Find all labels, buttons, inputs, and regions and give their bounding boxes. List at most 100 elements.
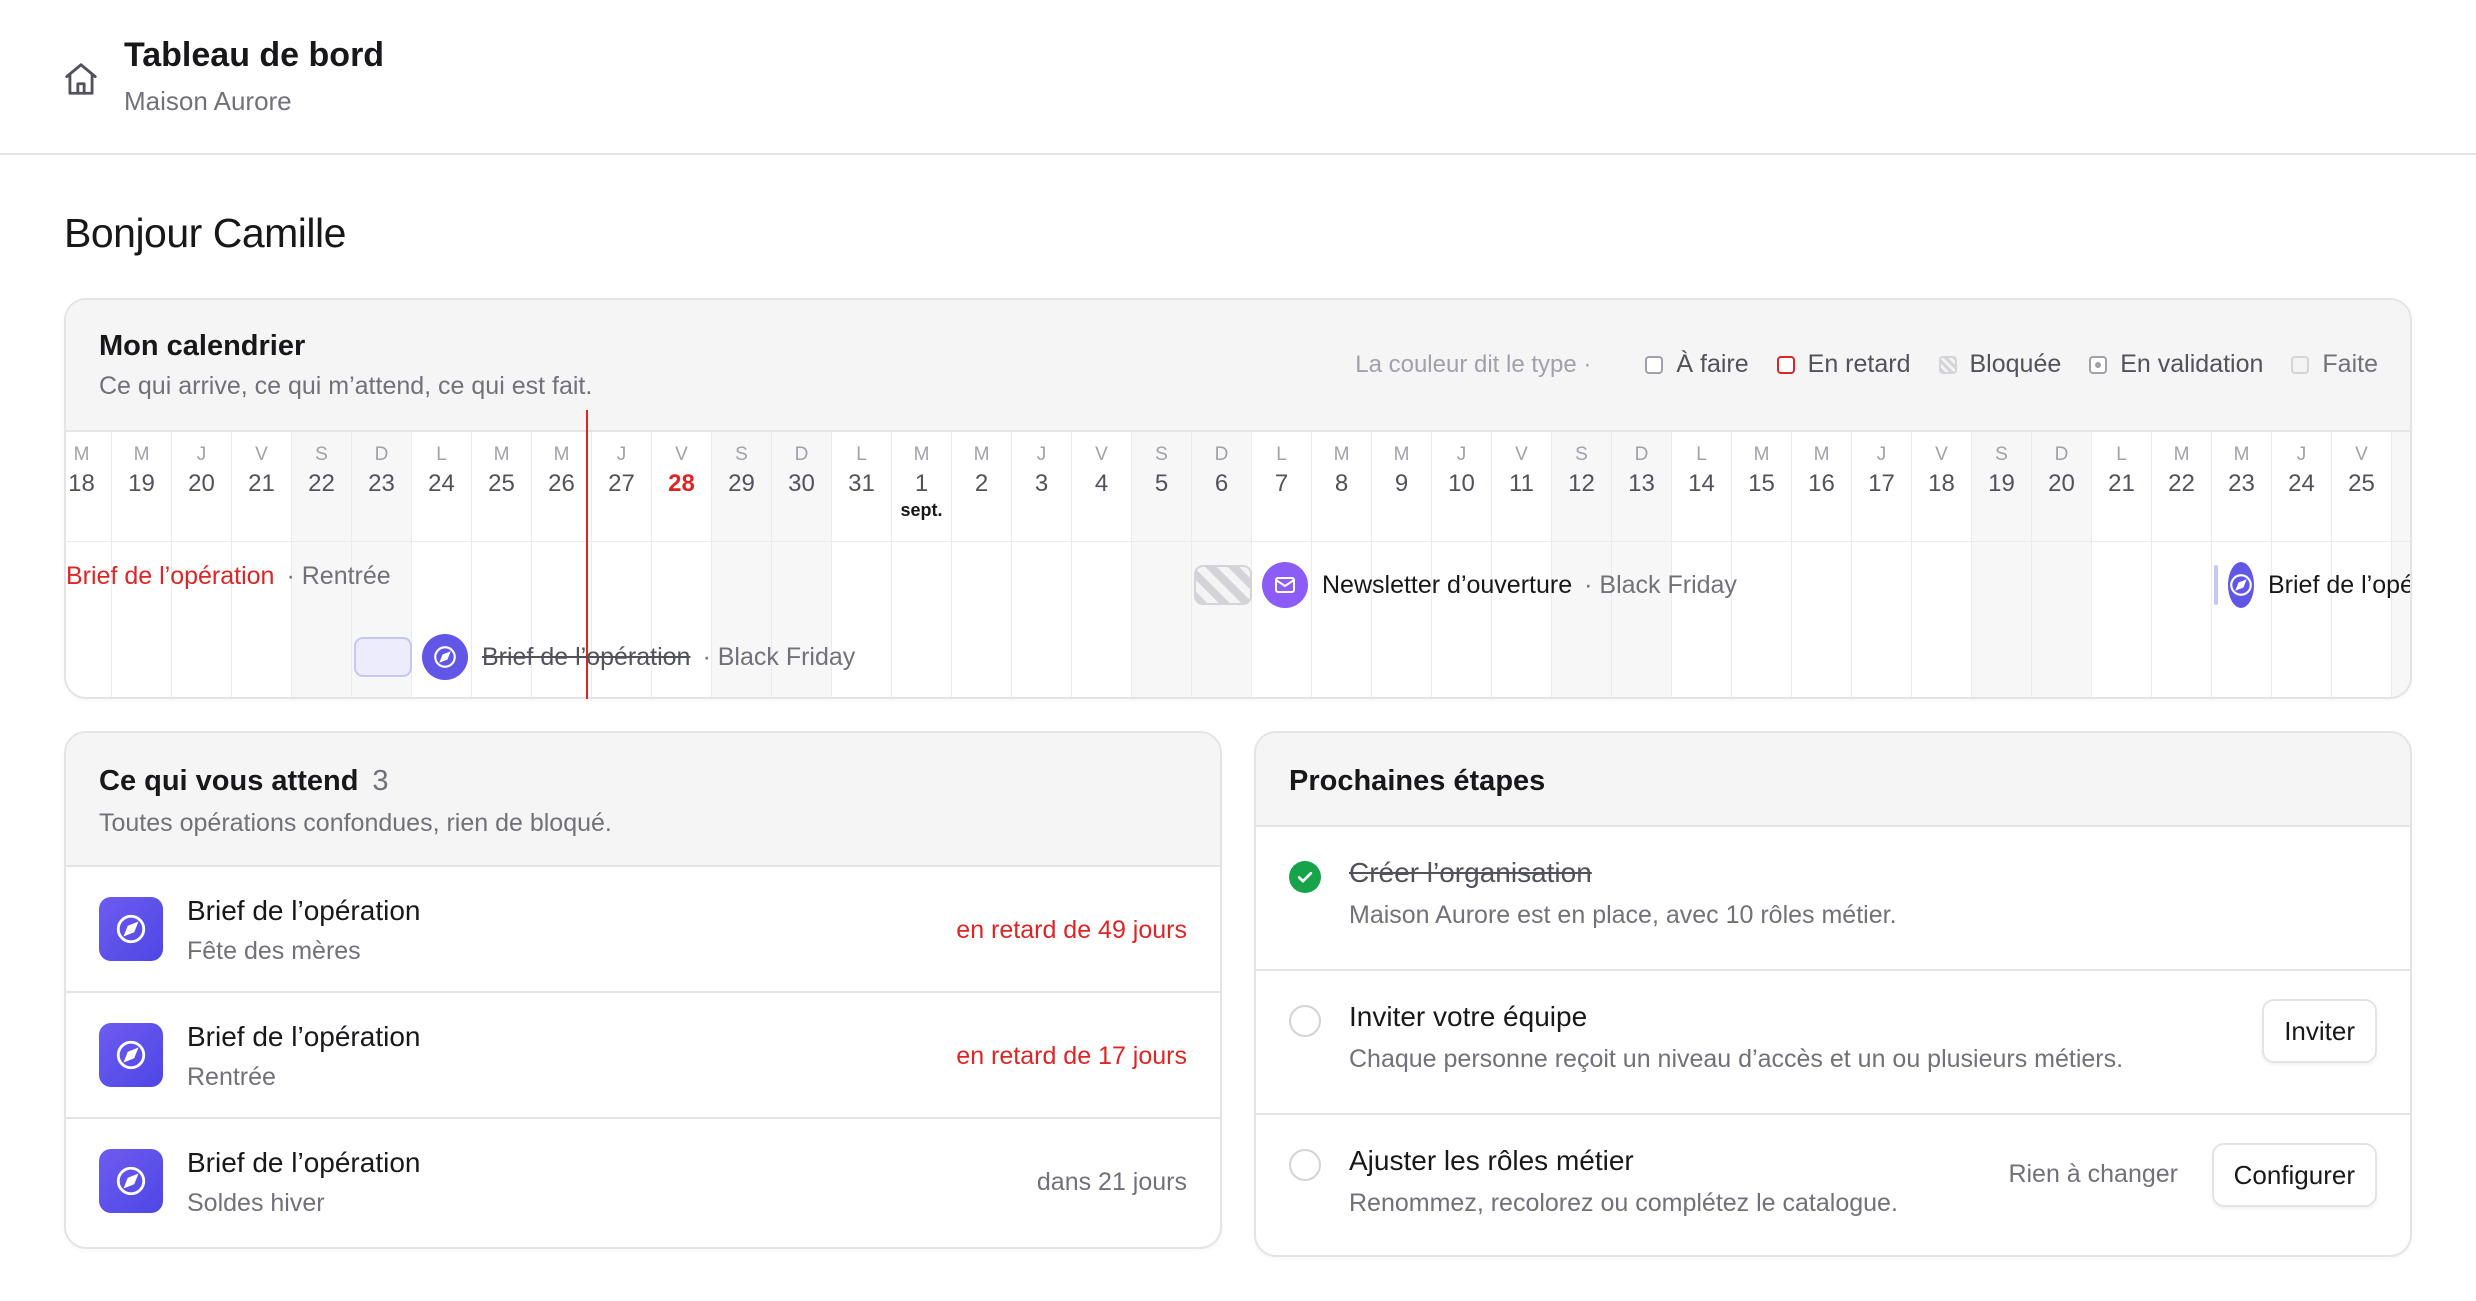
calendar-day[interactable]: L 21 xyxy=(2091,432,2151,697)
step-description: Renommez, recolorez ou complétez le cata… xyxy=(1349,1189,1898,1217)
late-swatch-icon xyxy=(1776,355,1795,374)
day-of-week: M xyxy=(2233,444,2250,465)
compass-icon xyxy=(99,1149,163,1213)
day-of-week: D xyxy=(2054,444,2069,465)
todo-item-title: Brief de l’opération xyxy=(187,1021,421,1052)
blocked-swatch-icon xyxy=(1938,355,1957,374)
legend-blocked: Bloquée xyxy=(1938,350,2061,379)
calendar-day[interactable]: S 19 xyxy=(1971,432,2031,697)
day-of-week: J xyxy=(196,444,207,465)
step-row[interactable]: Créer l’organisation Maison Aurore est e… xyxy=(1256,827,2410,971)
calendar-day[interactable]: J 17 xyxy=(1851,432,1911,697)
day-of-week: V xyxy=(1515,444,1528,465)
day-number: 17 xyxy=(1868,470,1895,497)
calendar-day-header: V 28 xyxy=(652,432,711,542)
calendar-event-upcoming[interactable]: Brief de l’opération xyxy=(2214,562,2410,608)
calendar-card: Mon calendrier Ce qui arrive, ce qui m’a… xyxy=(64,298,2412,699)
todo-item-title: Brief de l’opération xyxy=(187,895,421,926)
validation-swatch-icon xyxy=(2089,355,2108,374)
step-note: Rien à changer xyxy=(2008,1160,2178,1188)
day-number: 7 xyxy=(1274,470,1289,497)
calendar-day-header: L 24 xyxy=(412,432,471,542)
day-number: 8 xyxy=(1334,470,1349,497)
day-number: 23 xyxy=(2228,470,2255,497)
calendar-day-header: S 19 xyxy=(1972,432,2031,542)
todo-item[interactable]: Brief de l’opération Fête des mères en ret… xyxy=(66,867,1220,993)
day-of-week: L xyxy=(436,444,447,465)
day-of-week: V xyxy=(255,444,268,465)
calendar-day[interactable]: D 20 xyxy=(2031,432,2091,697)
calendar-day[interactable]: S5 xyxy=(1131,432,1191,697)
calendar-day[interactable]: M 1 sept. xyxy=(891,432,951,697)
day-number: 19 xyxy=(128,470,155,497)
calendar-day-header: M 15 xyxy=(1732,432,1791,542)
calendar-day-header: V 11 xyxy=(1492,432,1551,542)
todo-item[interactable]: Brief de l’opération Rentrée en retard de … xyxy=(66,993,1220,1119)
event-operation: · Rentrée xyxy=(286,562,391,590)
calendar-day-header: M2 xyxy=(952,432,1011,542)
day-of-week: M xyxy=(2173,444,2190,465)
top-bar: Tableau de bord Maison Aurore xyxy=(0,0,2476,155)
day-number: 27 xyxy=(608,470,635,497)
legend-todo: À faire xyxy=(1645,350,1749,379)
todo-item-operation: Soldes hiver xyxy=(187,1189,325,1217)
calendar-day-header: J 20 xyxy=(172,432,231,542)
calendar-day-header: J 24 xyxy=(2272,432,2331,542)
event-duration-bar xyxy=(354,637,412,677)
day-of-week: S xyxy=(1995,444,2008,465)
todo-swatch-icon xyxy=(1645,355,1664,374)
calendar-day[interactable]: V4 xyxy=(1071,432,1131,697)
step-description: Chaque personne reçoit un niveau d’accès… xyxy=(1349,1045,2124,1073)
calendar-day-header: M 16 xyxy=(1792,432,1851,542)
todo-title: Ce qui vous attend 3 xyxy=(99,765,389,798)
calendar-day-header: M 1 sept. xyxy=(892,432,951,542)
calendar-header: Mon calendrier Ce qui arrive, ce qui m’a… xyxy=(66,300,2410,432)
day-of-week: L xyxy=(856,444,867,465)
day-number: 23 xyxy=(368,470,395,497)
day-of-week: J xyxy=(2296,444,2307,465)
todo-title-text: Ce qui vous attend xyxy=(99,765,359,797)
day-number: 30 xyxy=(788,470,815,497)
calendar-day-header: S 22 xyxy=(292,432,351,542)
legend-done: Faite xyxy=(2291,350,2378,379)
legend-validation: En validation xyxy=(2089,350,2263,379)
day-number: 3 xyxy=(1034,470,1049,497)
home-icon[interactable] xyxy=(62,60,100,98)
configure-button[interactable]: Configurer xyxy=(2211,1143,2377,1207)
calendar-day[interactable]: J3 xyxy=(1011,432,1071,697)
calendar-day[interactable]: V 18 xyxy=(1911,432,1971,697)
calendar-day-header: V 21 xyxy=(232,432,291,542)
day-number: 2 xyxy=(974,470,989,497)
day-of-week: D xyxy=(1634,444,1649,465)
calendar-day[interactable]: M 22 xyxy=(2151,432,2211,697)
day-of-week: V xyxy=(1095,444,1108,465)
day-number: 18 xyxy=(1928,470,1955,497)
day-of-week: S xyxy=(735,444,748,465)
day-number: 15 xyxy=(1748,470,1775,497)
check-circle-icon xyxy=(1289,861,1321,893)
legend-late: En retard xyxy=(1776,350,1911,379)
calendar-day[interactable]: M 15 xyxy=(1731,432,1791,697)
invite-button[interactable]: Inviter xyxy=(2262,999,2377,1063)
calendar-day-header: S5 xyxy=(1132,432,1191,542)
calendar-event-newsletter[interactable]: Newsletter d’ouverture · Black Friday xyxy=(1194,562,1737,608)
step-row[interactable]: Inviter votre équipe Chaque personne reç… xyxy=(1256,971,2410,1115)
calendar-day[interactable]: M2 xyxy=(951,432,1011,697)
day-number: 24 xyxy=(2288,470,2315,497)
day-number: 9 xyxy=(1394,470,1409,497)
compass-icon xyxy=(422,634,468,680)
step-row[interactable]: Ajuster les rôles métier Renommez, recol… xyxy=(1256,1115,2410,1255)
calendar-event-done[interactable]: Brief de l’opération · Black Friday xyxy=(354,634,855,680)
calendar-day-header: L 31 xyxy=(832,432,891,542)
calendar-day-header: D 30 xyxy=(772,432,831,542)
day-number: 1 xyxy=(914,470,929,497)
day-number: 14 xyxy=(1688,470,1715,497)
calendar-day[interactable]: M 16 xyxy=(1791,432,1851,697)
day-number: 31 xyxy=(848,470,875,497)
todo-item[interactable]: Brief de l’opération Soldes hiver dans 21 … xyxy=(66,1119,1220,1245)
calendar-day-header: V 18 xyxy=(1912,432,1971,542)
day-number: 16 xyxy=(1808,470,1835,497)
day-of-week: M xyxy=(493,444,510,465)
calendar-event-late[interactable]: Brief de l’opération · Rentrée xyxy=(66,562,391,591)
day-of-week: M xyxy=(73,444,90,465)
